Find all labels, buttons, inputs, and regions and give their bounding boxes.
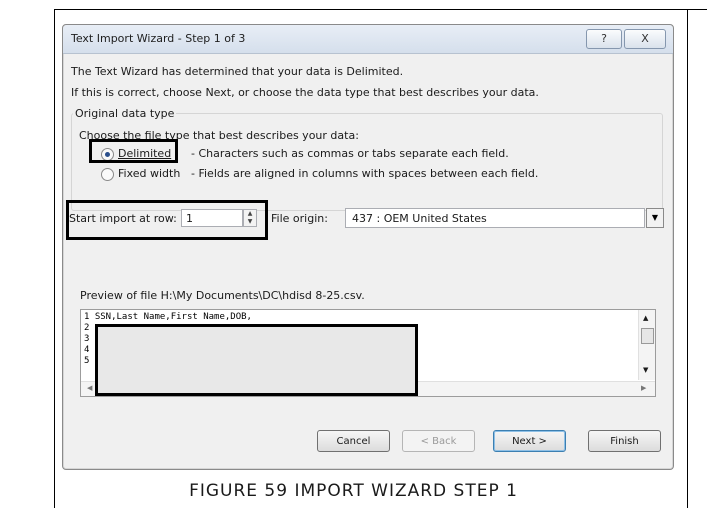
finish-button[interactable]: Finish bbox=[588, 430, 661, 452]
back-button[interactable]: < Back bbox=[402, 430, 475, 452]
intro-text-2: If this is correct, choose Next, or choo… bbox=[71, 86, 539, 99]
fixed-width-radio[interactable] bbox=[101, 168, 114, 181]
page-frame-right bbox=[687, 9, 688, 508]
help-button[interactable]: ? bbox=[586, 29, 622, 49]
close-button[interactable]: X bbox=[624, 29, 666, 49]
close-icon: X bbox=[641, 32, 649, 45]
scroll-up-icon[interactable]: ▲ bbox=[643, 314, 648, 322]
next-button[interactable]: Next > bbox=[493, 430, 566, 452]
file-origin-label: File origin: bbox=[271, 212, 328, 225]
fixed-width-label[interactable]: Fixed width bbox=[118, 167, 180, 180]
figure-caption: FIGURE 59 IMPORT WIZARD STEP 1 bbox=[189, 481, 518, 501]
delimited-description: - Characters such as commas or tabs sepa… bbox=[191, 147, 509, 160]
file-origin-dropdown-button[interactable]: ▼ bbox=[646, 208, 664, 228]
delimited-highlight-box bbox=[89, 139, 178, 163]
scroll-left-icon[interactable]: ◀ bbox=[87, 384, 92, 392]
fixed-width-description: - Fields are aligned in columns with spa… bbox=[191, 167, 539, 180]
vertical-scrollbar[interactable]: ▲ ▼ bbox=[638, 310, 655, 380]
page-frame-top bbox=[54, 9, 707, 10]
preview-label: Preview of file H:\My Documents\DC\hdisd… bbox=[80, 289, 365, 302]
text-import-wizard-dialog: Text Import Wizard - Step 1 of 3 ? X The… bbox=[62, 24, 674, 470]
preview-line-1: 1 SSN,Last Name,First Name,DOB, bbox=[84, 312, 252, 322]
intro-text-1: The Text Wizard has determined that your… bbox=[71, 65, 404, 78]
preview-line-3: 3 bbox=[84, 334, 90, 344]
page-frame-left bbox=[54, 9, 55, 508]
scroll-thumb[interactable] bbox=[641, 328, 654, 344]
file-origin-select[interactable]: 437 : OEM United States bbox=[345, 208, 645, 228]
help-icon: ? bbox=[601, 32, 607, 45]
preview-line-5: 5 bbox=[84, 356, 90, 366]
preview-line-2: 2 bbox=[84, 323, 90, 333]
group-title: Original data type bbox=[73, 107, 177, 120]
cancel-button[interactable]: Cancel bbox=[317, 430, 390, 452]
dialog-title: Text Import Wizard - Step 1 of 3 bbox=[71, 32, 246, 45]
redaction-box bbox=[95, 324, 418, 396]
title-bar: Text Import Wizard - Step 1 of 3 ? X bbox=[63, 25, 673, 54]
scroll-down-icon[interactable]: ▼ bbox=[643, 366, 648, 374]
start-row-highlight-box bbox=[66, 200, 268, 240]
chevron-down-icon: ▼ bbox=[651, 213, 659, 222]
preview-line-4: 4 bbox=[84, 345, 90, 355]
scroll-right-icon[interactable]: ▶ bbox=[641, 384, 646, 392]
